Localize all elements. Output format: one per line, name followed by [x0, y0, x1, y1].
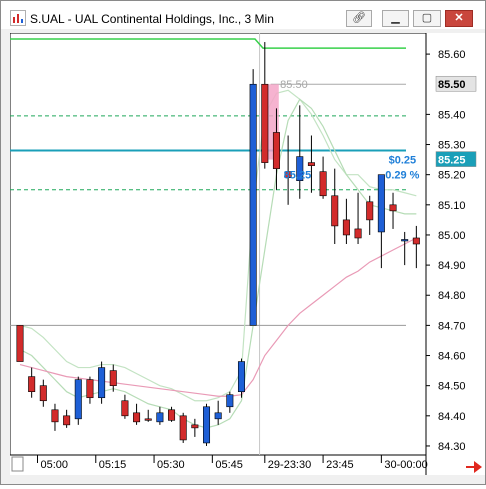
- candle-body: [121, 400, 129, 417]
- y-tick-label: 84.40: [438, 411, 466, 423]
- close-button[interactable]: ✕: [445, 10, 473, 27]
- candle-body: [133, 412, 141, 423]
- candle-body: [74, 379, 82, 420]
- window-title: S.UAL - UAL Continental Holdings, Inc., …: [30, 12, 274, 26]
- y-tick-label: 85.40: [438, 109, 466, 121]
- price-axis-background: [426, 33, 485, 475]
- candle-body: [203, 406, 211, 444]
- candle-body: [261, 83, 269, 163]
- y-tick-label: 84.30: [438, 441, 466, 453]
- candle-body: [86, 379, 94, 399]
- close-icon: ✕: [454, 12, 464, 24]
- x-tick-label: 05:00: [40, 459, 68, 471]
- price-label-0: 85.50: [438, 79, 466, 91]
- price-chart[interactable]: 85.50 $0.25 0.29 % 85.25 85.60 85.40 85.30 85.2…: [9, 32, 485, 484]
- y-tick-label: 84.80: [438, 290, 466, 302]
- link-button[interactable]: 🔗︎: [346, 10, 372, 27]
- candle-body: [249, 83, 257, 326]
- y-tick-label: 84.50: [438, 381, 466, 393]
- y-tick-label: 85.20: [438, 170, 466, 182]
- candle-body: [354, 228, 362, 239]
- y-tick-label: 84.90: [438, 260, 466, 272]
- x-tick-label: 30-00:00: [384, 459, 427, 471]
- x-tick-label: 05:15: [99, 459, 127, 471]
- candle-body: [39, 385, 47, 402]
- chart-annotation-1: $0.25: [389, 155, 417, 167]
- chart-annotation-0: 85.50: [280, 79, 308, 91]
- x-tick-label: 05:30: [157, 459, 185, 471]
- candle-body: [412, 237, 420, 245]
- candle-body: [331, 195, 339, 227]
- candle-body: [109, 370, 117, 386]
- title-bar[interactable]: S.UAL - UAL Continental Holdings, Inc., …: [1, 1, 485, 29]
- scroll-box: [11, 456, 24, 472]
- y-tick-label: 85.60: [438, 49, 466, 61]
- candle-body: [377, 174, 385, 233]
- candle-body: [319, 171, 327, 197]
- minimize-icon: ▁: [391, 12, 400, 24]
- candle-body: [389, 204, 397, 212]
- chart-annotation-2: 0.29 %: [385, 170, 419, 182]
- y-tick-label: 85.30: [438, 140, 466, 152]
- candle-body: [342, 219, 350, 236]
- candle-body: [366, 201, 374, 221]
- chart-area[interactable]: 85.50 $0.25 0.29 % 85.25 85.60 85.40 85.30 85.2…: [9, 32, 485, 484]
- y-tick-label: 84.60: [438, 351, 466, 363]
- minimize-button[interactable]: ▁: [382, 10, 409, 27]
- x-tick-label: 23:45: [326, 459, 354, 471]
- candle-body: [401, 239, 409, 242]
- price-label-1: 85.25: [438, 155, 466, 167]
- candle-body: [144, 418, 152, 421]
- candle-body: [191, 424, 199, 429]
- y-tick-label: 85.10: [438, 200, 466, 212]
- plot-background: [9, 32, 427, 456]
- x-tick-label: 05:45: [215, 459, 243, 471]
- candle-body: [214, 412, 222, 420]
- candle-body: [98, 367, 106, 399]
- candle-body: [28, 376, 36, 392]
- candle-body: [237, 361, 245, 392]
- candle-body: [168, 409, 176, 421]
- chart-window: S.UAL - UAL Continental Holdings, Inc., …: [0, 0, 486, 485]
- chart-annotation-3: 85.25: [284, 170, 312, 182]
- candle-body: [179, 415, 187, 441]
- candle-body: [272, 132, 280, 169]
- candle-body: [63, 415, 71, 426]
- y-tick-label: 84.70: [438, 320, 466, 332]
- candle-body: [16, 325, 24, 362]
- y-tick-label: 85.00: [438, 230, 466, 242]
- candle-body: [307, 162, 315, 166]
- maximize-button[interactable]: ▢: [413, 10, 441, 27]
- link-icon: 🔗︎: [352, 12, 366, 24]
- candle-body: [226, 394, 234, 408]
- x-tick-label: 29-23:30: [268, 459, 311, 471]
- maximize-icon: ▢: [421, 12, 433, 24]
- chart-app-icon: [10, 10, 26, 26]
- candle-body: [156, 412, 164, 423]
- candle-body: [51, 409, 59, 423]
